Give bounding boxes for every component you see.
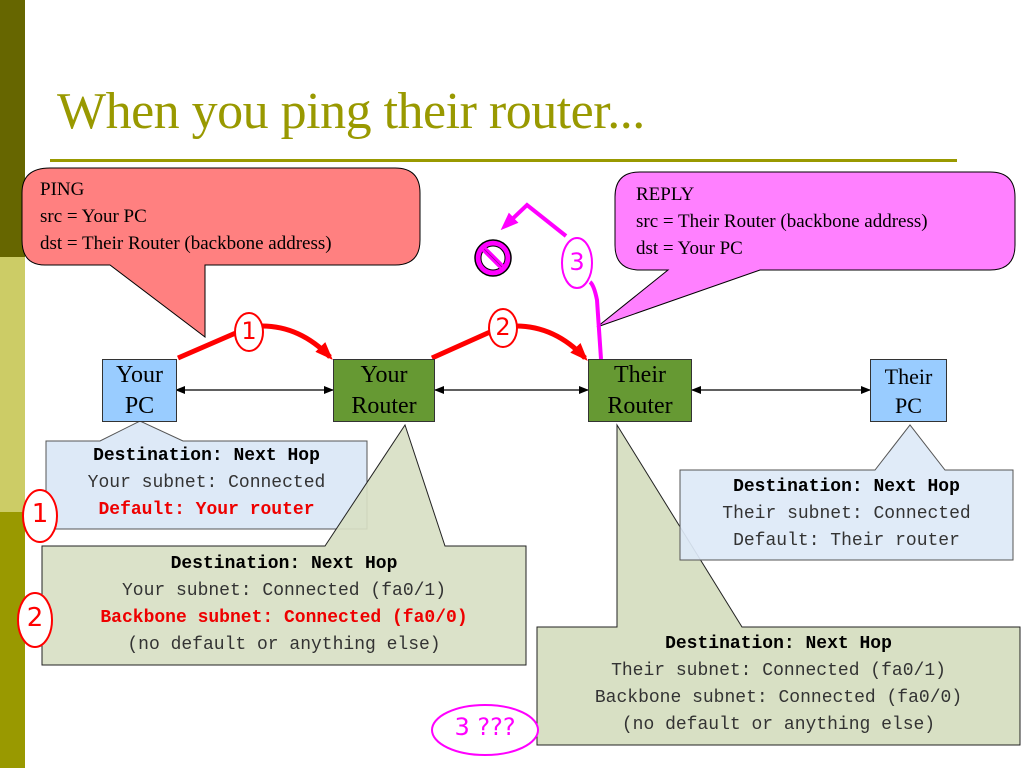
reply-callout-title: REPLY xyxy=(636,184,695,205)
your-router-table-header: Destination: Next Hop xyxy=(170,554,398,574)
reply-callout-dst: dst = Your PC xyxy=(636,238,743,259)
their-pc-table-header: Destination: Next Hop xyxy=(733,477,960,497)
your-pc-route-table: Destination: Next Hop Your subnet: Conne… xyxy=(46,443,367,524)
your-router-table-row: (no default or anything else) xyxy=(127,635,441,655)
their-pc-table-row: Their subnet: Connected xyxy=(722,504,971,524)
ping-callout-dst: dst = Their Router (backbone address) xyxy=(40,233,332,254)
your-router-route-table: Destination: Next Hop Your subnet: Conne… xyxy=(42,551,526,659)
their-router-table-row: (no default or anything else) xyxy=(621,715,936,735)
node-your-router: Your Router xyxy=(333,359,435,422)
step2-label: 2 xyxy=(495,313,511,341)
their-router-table-row: Backbone subnet: Connected (fa0/0) xyxy=(594,688,963,708)
their-router-route-table: Destination: Next Hop Their subnet: Conn… xyxy=(537,631,1020,739)
your-pc-table-row: Your subnet: Connected xyxy=(87,473,326,493)
their-router-table-header: Destination: Next Hop xyxy=(665,634,892,654)
ping-callout-src: src = Your PC xyxy=(40,206,147,227)
their-pc-table-row: Default: Their router xyxy=(733,531,960,551)
reply-callout: REPLY src = Their Router (backbone addre… xyxy=(636,181,928,262)
step3-question-label: 3 ??? xyxy=(454,713,516,741)
step3-label: 3 xyxy=(569,248,585,276)
your-router-table-row: Your subnet: Connected (fa0/1) xyxy=(121,581,447,601)
node-your-pc-line2: PC xyxy=(124,393,155,419)
node-their-pc: Their PC xyxy=(870,359,947,422)
node-their-pc-line1: Their xyxy=(884,364,933,389)
your-router-table-row-highlighted: Backbone subnet: Connected (fa0/0) xyxy=(100,608,468,628)
ping-callout-title: PING xyxy=(40,179,85,200)
your-pc-table-row-highlighted: Default: Your router xyxy=(98,500,315,520)
node-your-router-line2: Router xyxy=(351,393,417,419)
their-router-table-row: Their subnet: Connected (fa0/1) xyxy=(611,661,946,681)
ping-callout: PING src = Your PC dst = Their Router (b… xyxy=(40,176,332,257)
your-pc-table-header: Destination: Next Hop xyxy=(93,446,320,466)
reply-callout-src: src = Their Router (backbone address) xyxy=(636,211,928,232)
node-your-pc-line1: Your xyxy=(116,362,163,388)
step1-table-label: 1 xyxy=(31,499,49,529)
node-your-router-line1: Your xyxy=(360,362,408,388)
node-their-router-line2: Router xyxy=(607,393,673,419)
no-entry-icon xyxy=(474,239,512,277)
node-your-pc: Your PC xyxy=(102,359,177,422)
step2-table-label: 2 xyxy=(26,603,44,633)
node-their-router: Their Router xyxy=(588,359,692,422)
their-pc-route-table: Destination: Next Hop Their subnet: Conn… xyxy=(680,474,1013,555)
step1-label: 1 xyxy=(241,317,257,345)
node-their-router-line1: Their xyxy=(614,362,666,388)
node-their-pc-line2: PC xyxy=(895,393,922,418)
